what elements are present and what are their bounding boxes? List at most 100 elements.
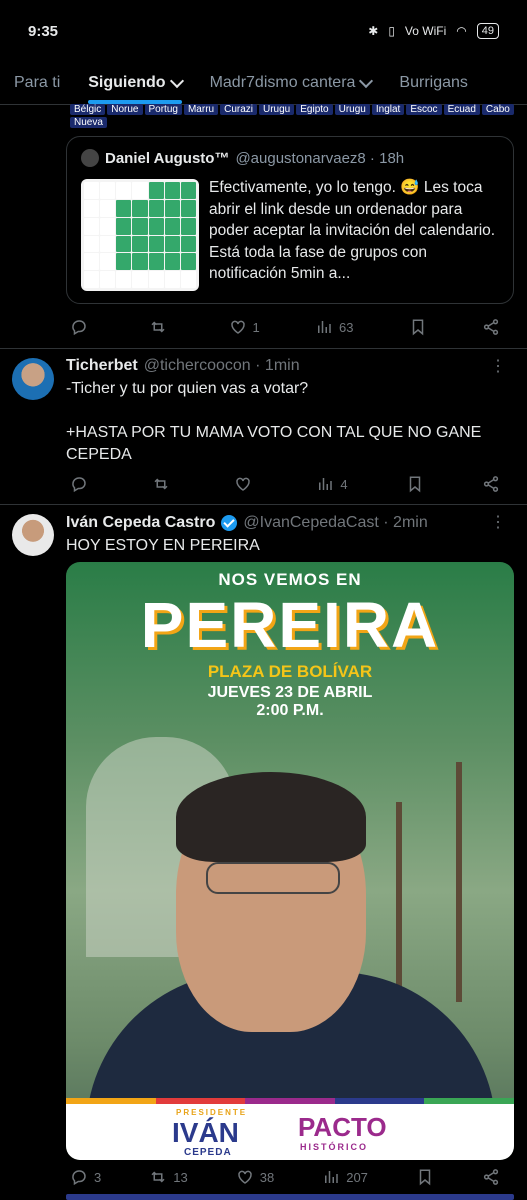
post-text: +HASTA POR TU MAMA VOTO CON TAL QUE NO G… <box>66 424 482 463</box>
more-options-icon[interactable]: ⋮ <box>490 356 507 376</box>
repost-button[interactable]: 13 <box>149 1168 188 1186</box>
next-post-image[interactable] <box>66 1194 514 1200</box>
footer-surname: CEPEDA <box>184 1147 232 1158</box>
bookmark-button[interactable] <box>409 318 427 336</box>
views-button[interactable]: 207 <box>322 1168 368 1186</box>
like-button[interactable]: 1 <box>229 318 260 336</box>
flag-chip: Nueva <box>70 117 107 128</box>
post-image[interactable]: NOS VEMOS EN PEREIRA PLAZA DE BOLÍVAR JU… <box>66 562 514 1160</box>
calendar-day <box>132 217 148 235</box>
palm-tree <box>396 802 402 1002</box>
divider <box>0 348 527 349</box>
flag-chip: Inglat <box>371 104 405 115</box>
like-count: 1 <box>252 319 260 335</box>
verified-badge-icon <box>221 515 238 531</box>
flag-image-strip[interactable]: Bélgic Norue Portug Marru Curazi Urugu E… <box>70 104 515 128</box>
tab-burrigans[interactable]: Burrigans <box>385 62 481 104</box>
views-button[interactable]: 4 <box>316 475 348 493</box>
flag-chip: Norue <box>107 104 143 115</box>
tab-label: Burrigans <box>399 74 468 91</box>
post-text: HOY ESTOY EN PEREIRA <box>66 537 260 554</box>
repost-icon <box>151 321 165 333</box>
share-button[interactable] <box>482 318 500 336</box>
calendar-day <box>180 271 196 288</box>
quoted-author-name: Daniel Augusto™ <box>105 149 230 167</box>
views-count: 63 <box>338 319 354 335</box>
calendar-day <box>180 235 196 253</box>
reply-button[interactable]: 3 <box>70 1168 101 1186</box>
chevron-down-icon[interactable] <box>359 73 374 89</box>
like-count: 38 <box>259 1169 275 1185</box>
calendar-day <box>132 199 148 217</box>
repost-button[interactable] <box>152 475 176 493</box>
footer-name: IVÁN <box>172 1117 239 1148</box>
like-button[interactable] <box>234 475 258 493</box>
divider <box>0 504 527 505</box>
author-name[interactable]: Iván Cepeda Castro <box>66 514 215 532</box>
calendar-day <box>148 199 164 217</box>
calendar-day <box>180 199 196 217</box>
reply-icon <box>72 1170 86 1186</box>
calendar-day <box>132 182 148 199</box>
reply-button[interactable] <box>70 318 94 336</box>
flag-chip: Portug <box>144 104 182 115</box>
poster-line: NOS VEMOS EN <box>218 570 362 589</box>
calendar-day <box>148 271 164 288</box>
quoted-author-meta: @augustonarvaez8 · 18h <box>235 149 405 167</box>
chevron-down-icon[interactable] <box>169 73 184 89</box>
portrait-hair <box>176 772 366 862</box>
avatar[interactable] <box>12 358 54 400</box>
tab-para-ti[interactable]: Para ti <box>0 62 74 104</box>
bookmark-button[interactable] <box>406 475 424 493</box>
poster-time: 2:00 P.M. <box>256 702 324 719</box>
share-button[interactable] <box>482 475 500 493</box>
more-options-icon[interactable]: ⋮ <box>490 512 507 532</box>
poster-venue: PLAZA DE BOLÍVAR <box>207 662 373 681</box>
tweet-actions: 1 63 <box>70 318 500 336</box>
tab-label: Siguiendo <box>88 74 166 91</box>
flag-chip: Marru <box>183 104 219 115</box>
flag-chip: Ecuad <box>443 104 480 115</box>
reply-button[interactable] <box>70 475 94 493</box>
repost-button[interactable] <box>149 318 173 336</box>
quoted-tweet[interactable]: Daniel Augusto™ @augustonarvaez8 · 18h E… <box>66 136 514 304</box>
flag-chip: Bélgic <box>70 104 106 115</box>
calendar-thumbnail[interactable] <box>81 179 199 291</box>
tab-label: Madr7dismo cantera <box>209 74 356 91</box>
calendar-day <box>84 235 100 253</box>
author-name[interactable]: Ticherbet <box>66 357 138 375</box>
avatar[interactable] <box>12 514 54 556</box>
bookmark-icon <box>412 319 423 336</box>
bookmark-button[interactable] <box>416 1168 434 1186</box>
avatar <box>81 149 99 167</box>
calendar-day <box>180 253 196 271</box>
flag-chip: Egipto <box>296 104 333 115</box>
party-logo: PACTO <box>298 1112 387 1142</box>
reply-icon <box>72 320 86 336</box>
like-button[interactable]: 38 <box>236 1168 274 1186</box>
reply-icon <box>72 477 86 493</box>
tab-madr7dismo-cantera[interactable]: Madr7dismo cantera <box>196 62 386 104</box>
tab-siguiendo[interactable]: Siguiendo <box>74 62 195 104</box>
calendar-day <box>164 182 180 199</box>
share-button[interactable] <box>482 1168 500 1186</box>
views-icon <box>317 321 331 333</box>
calendar-day <box>148 235 164 253</box>
calendar-day <box>84 253 100 271</box>
post-header: Iván Cepeda Castro @IvanCepedaCast · 2mi… <box>66 514 428 532</box>
flag-chip: Urugu <box>259 104 295 115</box>
bookmark-icon <box>419 1169 431 1186</box>
tweet-actions: 3 13 38 207 <box>70 1168 500 1186</box>
post-header: Ticherbet @tichercoocon · 1min <box>66 357 300 375</box>
poster-headline: NOS VEMOS EN PEREIRA PLAZA DE BOLÍVAR JU… <box>66 562 514 720</box>
vibrate-icon: ▯ <box>388 24 395 38</box>
calendar-day <box>164 253 180 271</box>
bookmark-icon <box>409 476 421 493</box>
party-logo-sub: HISTÓRICO <box>300 1142 369 1152</box>
calendar-day <box>164 199 180 217</box>
calendar-day <box>116 271 132 288</box>
calendar-day <box>116 217 132 235</box>
calendar-day <box>100 253 116 271</box>
views-icon <box>325 1171 338 1183</box>
views-button[interactable]: 63 <box>315 318 353 336</box>
